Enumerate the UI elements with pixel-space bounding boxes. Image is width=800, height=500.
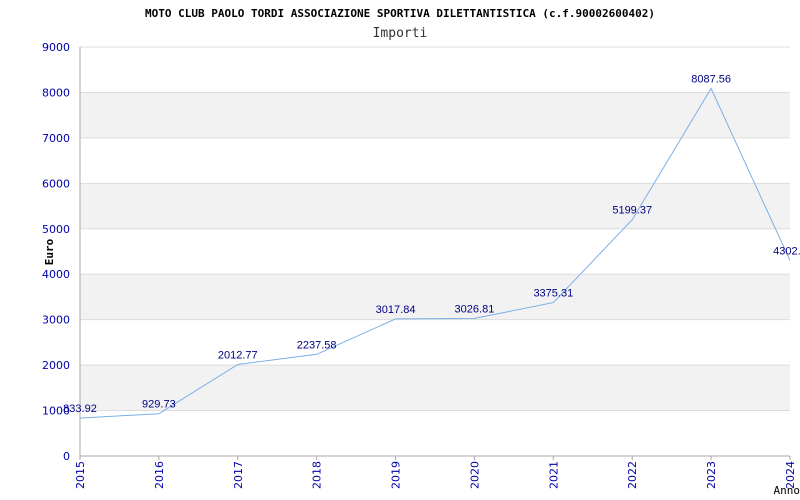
data-label: 3017.84	[376, 304, 416, 316]
data-label: 2012.77	[218, 350, 258, 362]
x-axis-title: Anno	[774, 484, 800, 497]
data-label: 3375.31	[533, 288, 573, 300]
y-tick-label: 9000	[42, 41, 70, 54]
y-tick-label: 6000	[42, 177, 70, 190]
x-tick-label: 2017	[232, 461, 245, 489]
line-chart: 0100020003000400050006000700080009000 20…	[42, 7, 800, 497]
background-band	[80, 274, 790, 320]
data-label: 5199.37	[612, 205, 652, 217]
chart-subtitle: Importi	[373, 26, 428, 41]
x-tick-label: 2023	[705, 461, 718, 489]
y-tick-label: 4000	[42, 268, 70, 281]
y-tick-label: 8000	[42, 86, 70, 99]
background-band	[80, 183, 790, 229]
data-label: 929.73	[142, 399, 176, 411]
data-label: 2237.58	[297, 339, 337, 351]
x-tick-label: 2021	[547, 461, 560, 489]
y-axis-title: Euro	[43, 238, 56, 265]
y-tick-label: 3000	[42, 314, 70, 327]
x-tick-label: 2019	[390, 461, 403, 489]
x-tick-labels: 2015 2016 2017 2018 2019 2020 2021 2022 2023 2024	[74, 461, 797, 489]
data-label: 833.92	[63, 403, 97, 415]
y-tick-label: 7000	[42, 132, 70, 145]
x-tick-label: 2015	[74, 461, 87, 489]
x-tick-label: 2020	[468, 461, 481, 489]
data-label: 8087.56	[691, 73, 731, 85]
background-band	[80, 365, 790, 411]
y-tick-label: 5000	[42, 223, 70, 236]
x-tick-label: 2022	[626, 461, 639, 489]
y-tick-label: 2000	[42, 359, 70, 372]
chart-title: MOTO CLUB PAOLO TORDI ASSOCIAZIONE SPORT…	[145, 7, 655, 20]
data-label: 3026.81	[455, 303, 495, 315]
x-tick-label: 2016	[153, 461, 166, 489]
x-tick-label: 2018	[311, 461, 324, 489]
background-band	[80, 92, 790, 138]
background-bands	[80, 92, 790, 411]
data-label: 4302.8	[773, 245, 800, 257]
y-tick-label: 0	[63, 450, 70, 463]
